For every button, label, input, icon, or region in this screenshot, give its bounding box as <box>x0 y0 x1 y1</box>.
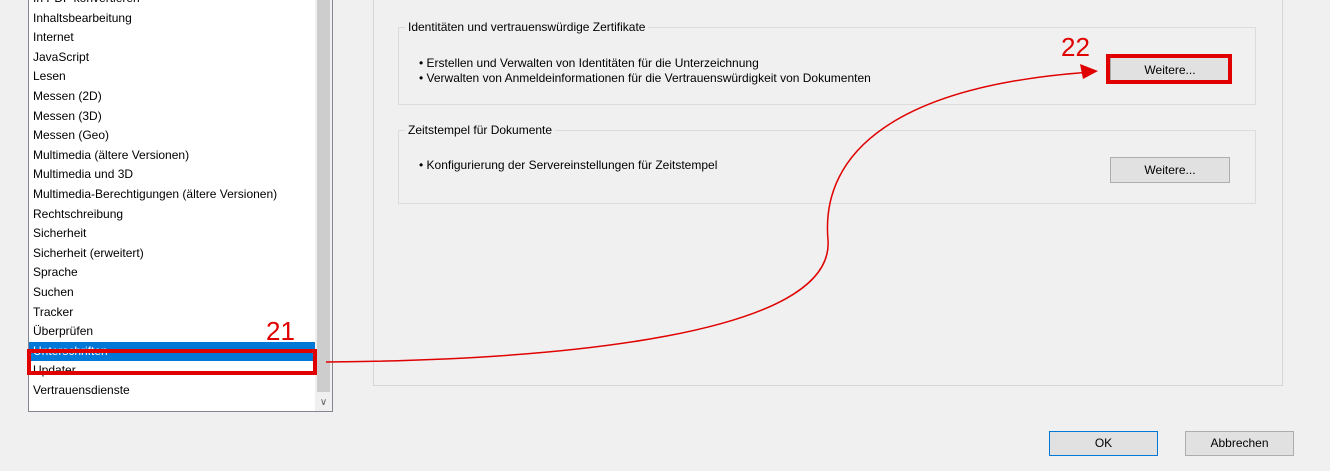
list-scrollbar[interactable]: ∨ <box>315 0 332 411</box>
scroll-thumb[interactable] <box>317 0 330 392</box>
category-item[interactable]: Inhaltsbearbeitung <box>29 9 315 29</box>
category-item[interactable]: Internet <box>29 28 315 48</box>
callout-number-22: 22 <box>1061 32 1090 62</box>
timestamp-more-button[interactable]: Weitere... <box>1110 157 1230 183</box>
ok-button[interactable]: OK <box>1049 431 1158 456</box>
category-item[interactable]: Updater <box>29 361 315 381</box>
category-item[interactable]: Lesen <box>29 67 315 87</box>
category-item[interactable]: Multimedia und 3D <box>29 165 315 185</box>
category-item[interactable]: Suchen <box>29 283 315 303</box>
identities-line-1: • Erstellen und Verwalten von Identitäte… <box>419 56 759 70</box>
identities-line-2: • Verwalten von Anmeldeinformationen für… <box>419 71 871 85</box>
category-item[interactable]: Sicherheit (erweitert) <box>29 244 315 264</box>
category-item[interactable]: Rechtschreibung <box>29 205 315 225</box>
category-item[interactable]: Messen (2D) <box>29 87 315 107</box>
callout-number-21: 21 <box>266 316 295 346</box>
category-item[interactable]: Messen (3D) <box>29 107 315 127</box>
category-item[interactable]: Sicherheit <box>29 224 315 244</box>
cancel-button[interactable]: Abbrechen <box>1185 431 1294 456</box>
category-item[interactable]: JavaScript <box>29 48 315 68</box>
identities-group-title: Identitäten und vertrauenswürdige Zertif… <box>405 20 649 34</box>
category-list[interactable]: In PDF konvertieren Inhaltsbearbeitung I… <box>28 0 333 412</box>
category-item[interactable]: Vertrauensdienste <box>29 381 315 401</box>
category-item[interactable]: Multimedia (ältere Versionen) <box>29 146 315 166</box>
category-item[interactable]: Messen (Geo) <box>29 126 315 146</box>
chevron-down-icon[interactable]: ∨ <box>315 394 332 411</box>
identities-more-button[interactable]: Weitere... <box>1110 57 1230 83</box>
timestamp-group-title: Zeitstempel für Dokumente <box>405 123 556 137</box>
category-item[interactable]: In PDF konvertieren <box>29 0 315 9</box>
timestamp-line-1: • Konfigurierung der Servereinstellungen… <box>419 158 718 172</box>
category-item[interactable]: Sprache <box>29 263 315 283</box>
category-item[interactable]: Multimedia-Berechtigungen (ältere Versio… <box>29 185 315 205</box>
